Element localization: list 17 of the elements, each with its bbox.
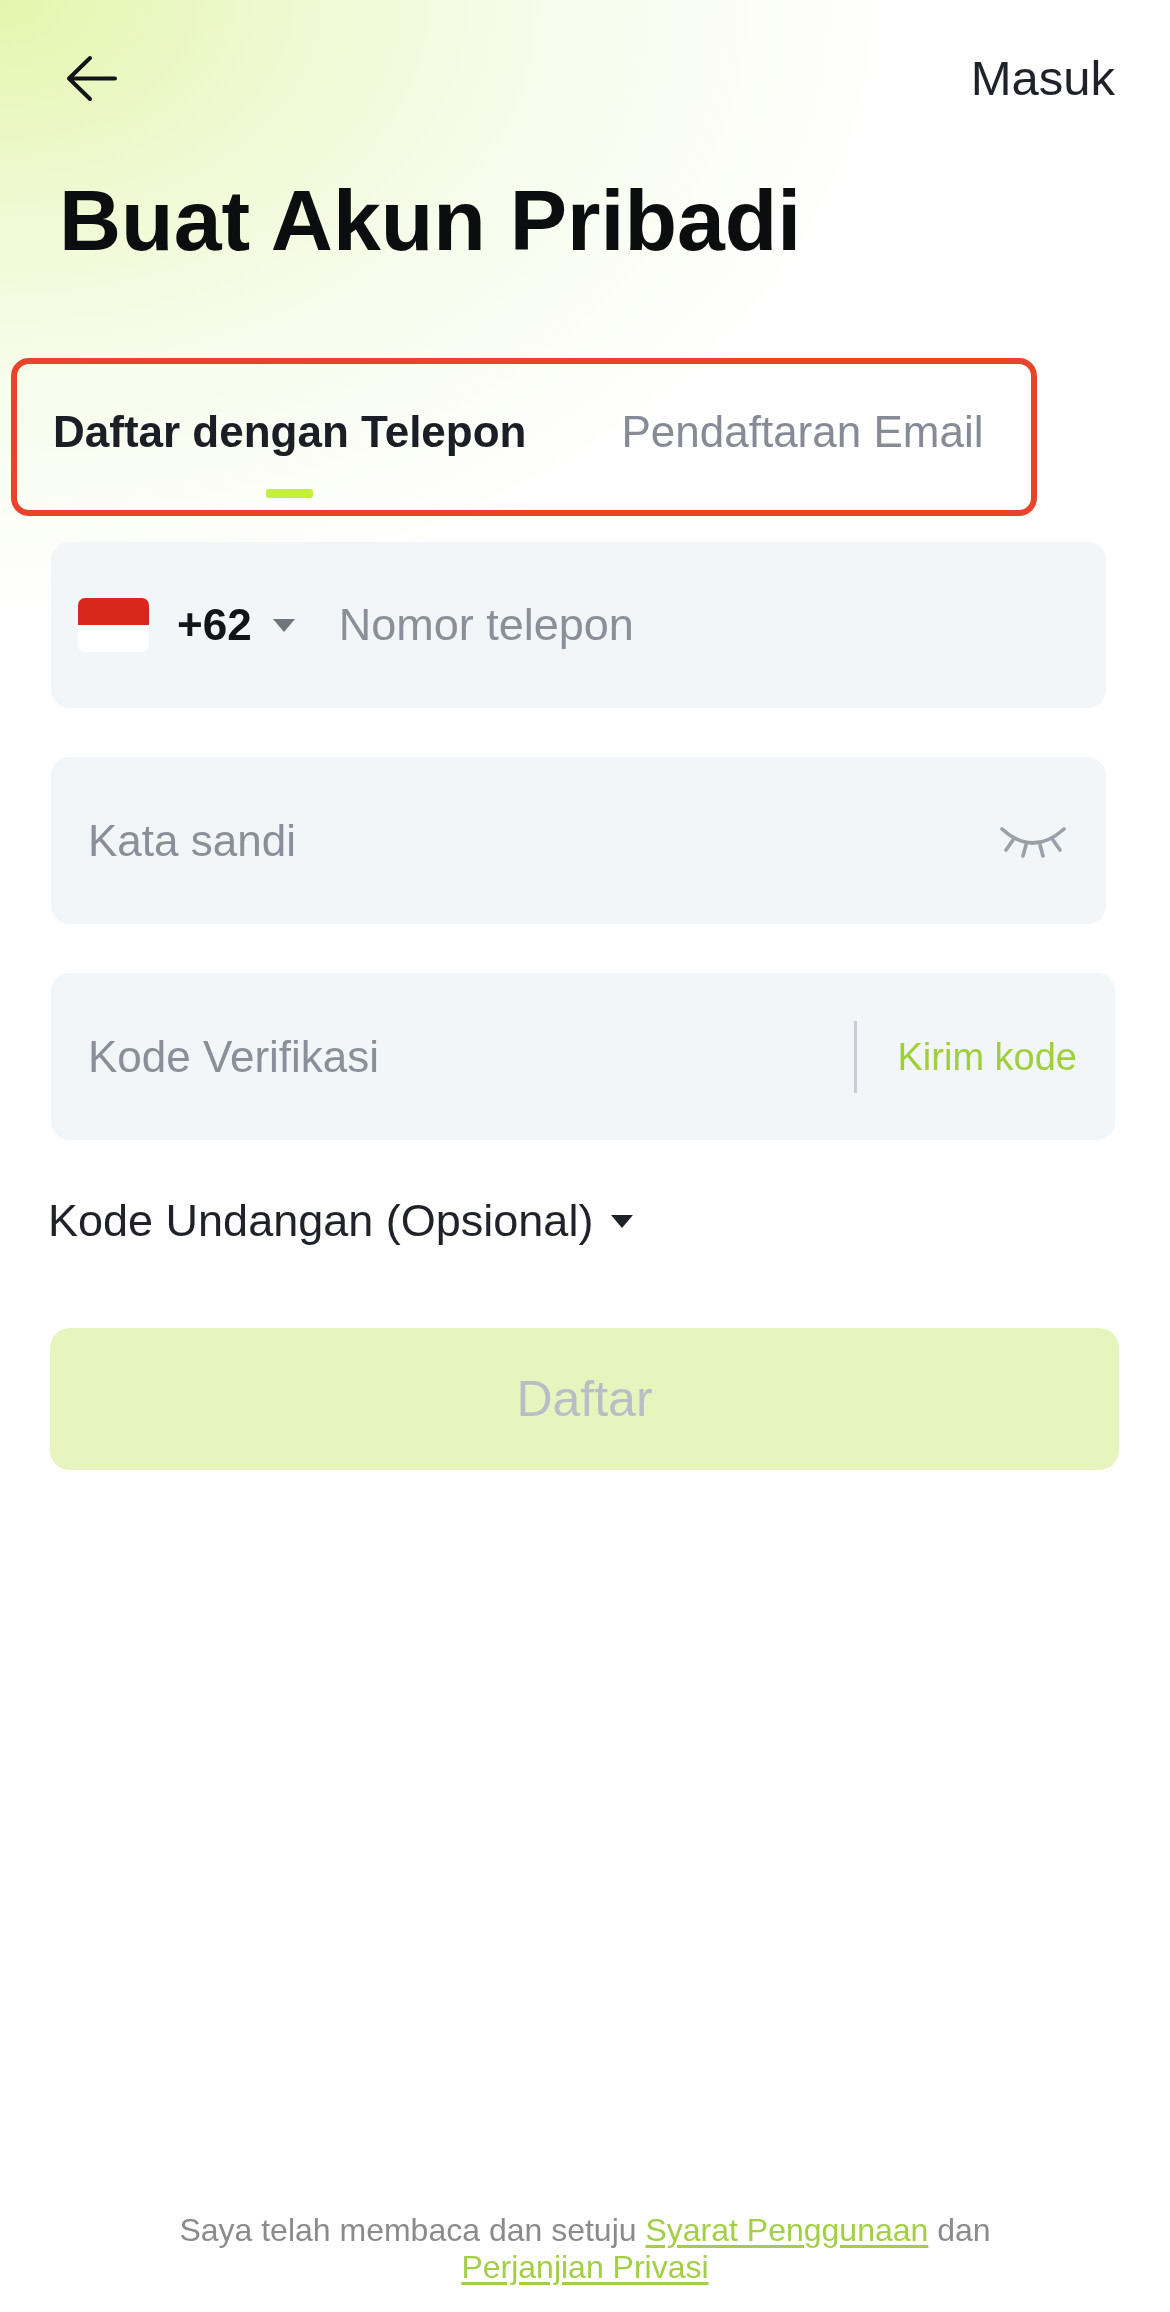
tab[interactable]: Daftar dengan Telepon bbox=[53, 406, 527, 498]
page-title: Buat Akun Pribadi bbox=[59, 176, 802, 264]
phone-number-input[interactable]: Nomor telepon bbox=[338, 599, 1076, 651]
invite-code-toggle[interactable]: Kode Undangan (Opsional) bbox=[48, 1195, 634, 1247]
tab[interactable]: Pendaftaran Email bbox=[621, 406, 984, 498]
country-code-button[interactable]: +62 bbox=[78, 598, 295, 652]
terms-text: Saya telah membaca dan setuju Syarat Penggunaan dan Perjanjian Privasi bbox=[178, 2212, 992, 2287]
policy-link[interactable]: Perjanjian Privasi bbox=[461, 2249, 709, 2285]
flag-icon bbox=[78, 598, 149, 652]
caret-icon bbox=[272, 618, 295, 632]
sign-in-link[interactable]: Masuk bbox=[970, 50, 1115, 106]
policy-link[interactable]: Syarat Penggunaan bbox=[645, 2212, 929, 2248]
password-input[interactable]: Kata sandi bbox=[88, 814, 999, 867]
verification-code-input[interactable]: Kode Verifikasi bbox=[88, 1030, 854, 1083]
back-arrow-icon[interactable] bbox=[65, 54, 117, 102]
phone-field[interactable]: +62 Nomor telepon bbox=[51, 542, 1106, 708]
password-field[interactable]: Kata sandi bbox=[51, 757, 1106, 924]
